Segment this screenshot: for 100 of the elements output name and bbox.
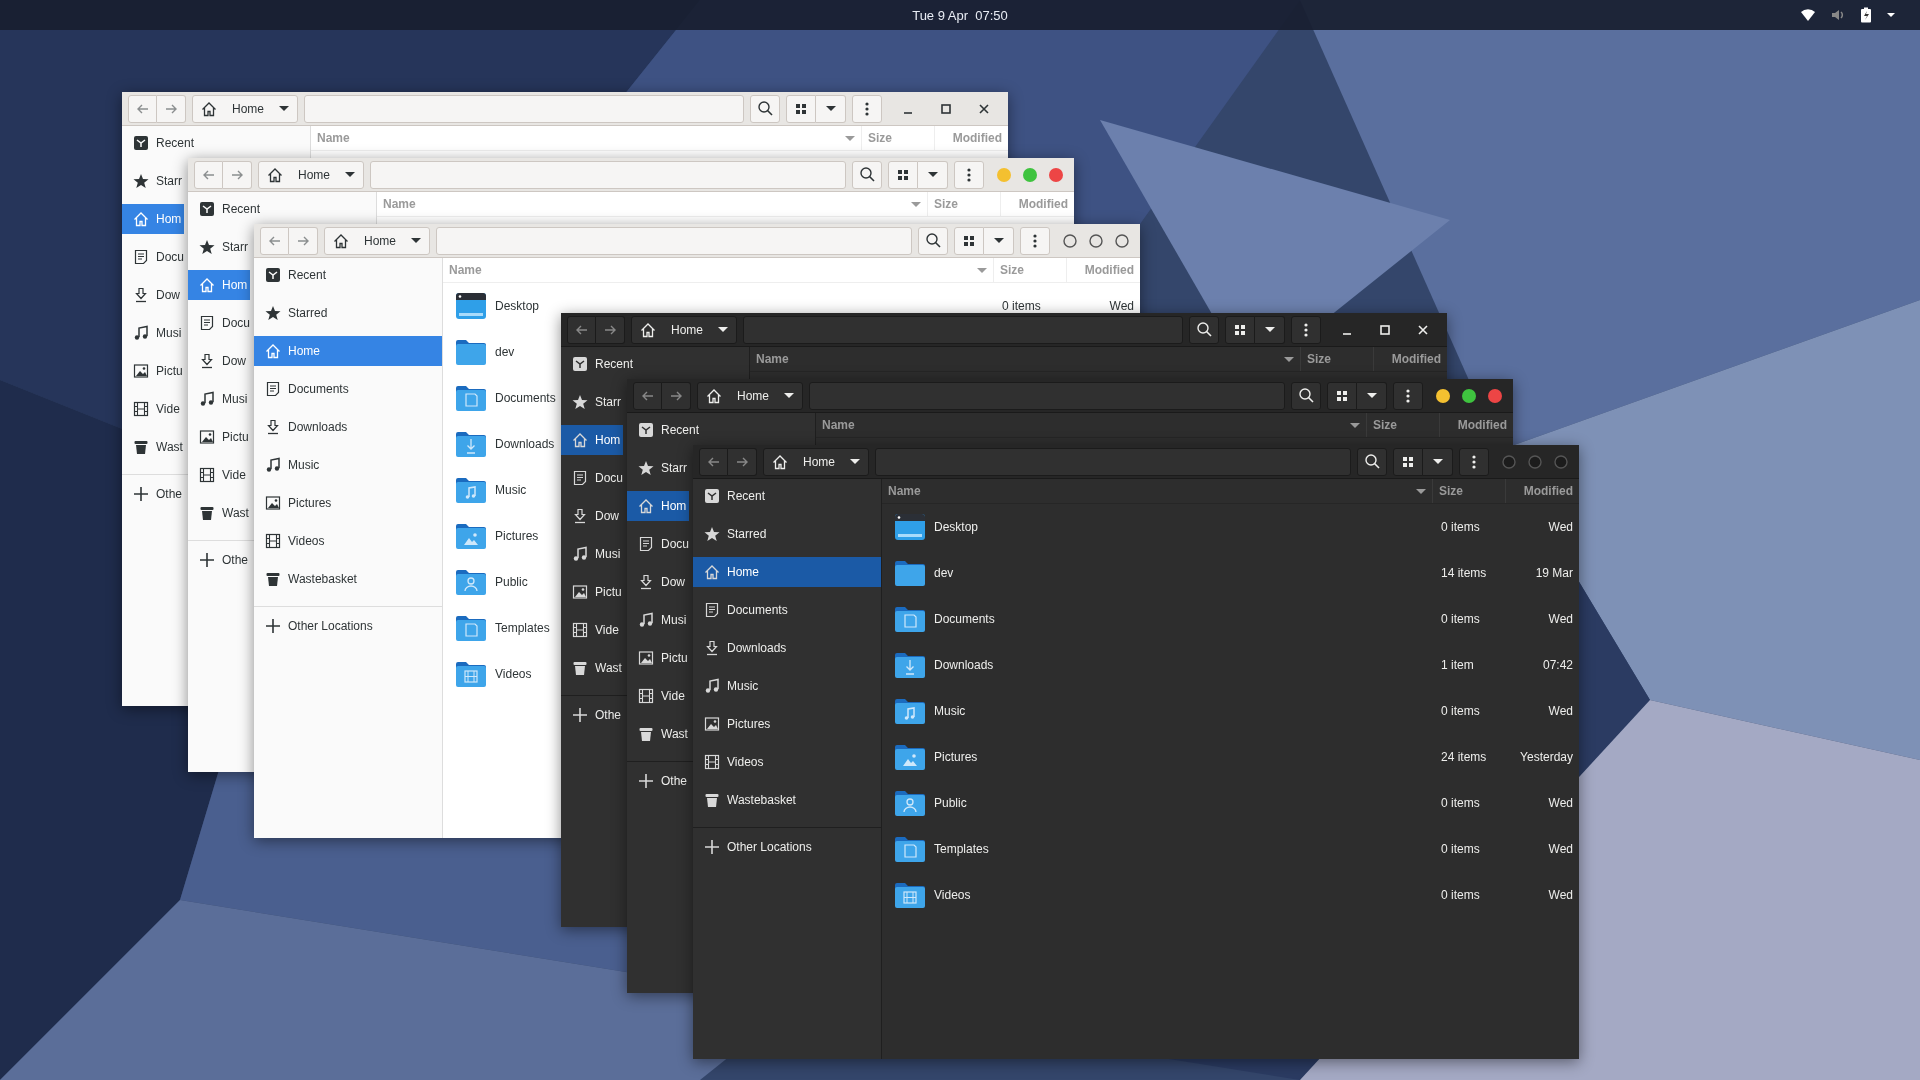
sidebar-item[interactable]: Hom <box>122 204 185 234</box>
view-button[interactable] <box>1327 381 1357 410</box>
sidebar-item[interactable]: Wast <box>188 498 252 528</box>
menu-button[interactable] <box>1459 447 1489 476</box>
file-name[interactable]: Public <box>934 796 967 810</box>
sidebar-item[interactable]: Vide <box>122 394 183 424</box>
menu-button[interactable] <box>1393 381 1423 410</box>
column-header[interactable]: Size <box>1373 418 1397 432</box>
sort-caret-icon[interactable] <box>845 135 855 141</box>
sidebar-item[interactable]: Recent <box>188 194 264 224</box>
sidebar-item[interactable]: Downloads <box>693 633 881 663</box>
file-name[interactable]: Public <box>495 575 528 589</box>
forward-button[interactable] <box>728 447 757 476</box>
back-button[interactable] <box>699 447 728 476</box>
back-button[interactable] <box>567 315 596 344</box>
file-name[interactable]: dev <box>934 566 954 580</box>
search-button[interactable] <box>1357 447 1387 476</box>
back-button[interactable] <box>633 381 662 410</box>
sidebar-item[interactable]: Musi <box>627 605 690 635</box>
location-button[interactable]: Home <box>324 226 430 255</box>
sidebar-item[interactable]: Other Locations <box>254 611 442 641</box>
file-name[interactable]: Videos <box>495 667 532 681</box>
file-name[interactable]: Downloads <box>495 437 555 451</box>
column-header[interactable]: Modified <box>1457 418 1507 432</box>
view-button[interactable] <box>1225 315 1255 344</box>
sidebar-item[interactable]: Vide <box>627 681 688 711</box>
sidebar-item[interactable]: Dow <box>122 280 183 310</box>
search-button[interactable] <box>1189 315 1219 344</box>
sidebar-item[interactable]: Pictu <box>188 422 252 452</box>
view-button[interactable] <box>1393 447 1423 476</box>
sidebar-item[interactable]: Starred <box>254 298 442 328</box>
location-button[interactable]: Home <box>631 315 737 344</box>
sort-caret-icon[interactable] <box>977 267 987 273</box>
file-name[interactable]: Documents <box>934 612 995 626</box>
sort-caret-icon[interactable] <box>911 201 921 207</box>
column-header[interactable]: Size <box>1307 352 1331 366</box>
location-button[interactable]: Home <box>192 94 298 123</box>
close-button[interactable] <box>1114 232 1130 249</box>
desktop-folder-icon[interactable] <box>894 511 926 543</box>
sidebar-item[interactable]: Downloads <box>254 412 442 442</box>
location-button[interactable]: Home <box>697 381 803 410</box>
sidebar-item[interactable]: Hom <box>627 491 690 521</box>
maximize-button[interactable] <box>1461 387 1477 404</box>
view-options-button[interactable] <box>1357 381 1387 410</box>
column-header[interactable]: Name <box>756 352 789 366</box>
sort-caret-icon[interactable] <box>1284 356 1294 362</box>
file-name[interactable]: Pictures <box>934 750 978 764</box>
view-options-button[interactable] <box>1255 315 1285 344</box>
sidebar-item[interactable]: Music <box>693 671 881 701</box>
sort-caret-icon[interactable] <box>1350 422 1360 428</box>
sidebar-item[interactable]: Recent <box>254 260 442 290</box>
sidebar-item[interactable]: Other Locations <box>693 832 881 862</box>
sidebar-item[interactable]: Dow <box>188 346 249 376</box>
sidebar-item[interactable]: Musi <box>122 318 185 348</box>
sidebar-item[interactable]: Wastebasket <box>693 785 881 815</box>
file-name[interactable]: Videos <box>934 888 971 902</box>
sort-caret-icon[interactable] <box>1416 488 1426 494</box>
file-name[interactable]: Desktop <box>934 520 979 534</box>
sidebar-item[interactable]: Wast <box>627 719 691 749</box>
sidebar-item[interactable]: Starr <box>122 166 185 196</box>
sidebar-item[interactable]: Vide <box>561 615 622 645</box>
sidebar-item[interactable]: Pictu <box>627 643 691 673</box>
sidebar-item[interactable]: Documents <box>693 595 881 625</box>
sidebar-item[interactable]: Recent <box>693 481 881 511</box>
maximize-button[interactable] <box>1088 232 1104 249</box>
search-button[interactable] <box>1291 381 1321 410</box>
sidebar-item[interactable]: Docu <box>627 529 692 559</box>
sidebar-item[interactable]: Hom <box>188 270 251 300</box>
sidebar-item[interactable]: Wast <box>561 653 625 683</box>
view-options-button[interactable] <box>1423 447 1453 476</box>
sidebar-item[interactable]: Docu <box>188 308 253 338</box>
sidebar-item[interactable]: Pictures <box>254 488 442 518</box>
sidebar-item[interactable]: Docu <box>561 463 626 493</box>
sidebar-item[interactable]: Dow <box>627 567 688 597</box>
sidebar-item[interactable]: Music <box>254 450 442 480</box>
sidebar-item[interactable]: Dow <box>561 501 622 531</box>
column-header[interactable]: Size <box>1439 484 1463 498</box>
column-header[interactable]: Modified <box>1391 352 1441 366</box>
sidebar-item[interactable]: Recent <box>561 349 637 379</box>
sidebar-item[interactable]: Wast <box>122 432 186 462</box>
sidebar-item[interactable]: Documents <box>254 374 442 404</box>
location-button[interactable]: Home <box>763 447 869 476</box>
sidebar-item[interactable]: Pictures <box>693 709 881 739</box>
file-name[interactable]: Pictures <box>495 529 539 543</box>
sidebar-item[interactable]: Starred <box>693 519 881 549</box>
menu-button[interactable] <box>1291 315 1321 344</box>
wifi-icon[interactable] <box>1800 7 1816 23</box>
file-name[interactable]: Templates <box>495 621 550 635</box>
file-name[interactable]: Desktop <box>495 299 540 313</box>
sidebar-item[interactable]: Videos <box>693 747 881 777</box>
sidebar-item[interactable]: Othe <box>627 766 690 796</box>
sidebar-item[interactable]: Pictu <box>561 577 625 607</box>
sidebar-item[interactable]: Othe <box>188 545 251 575</box>
sidebar-item[interactable]: Musi <box>188 384 251 414</box>
sidebar-item[interactable]: Starr <box>188 232 251 262</box>
volume-icon[interactable] <box>1830 7 1846 23</box>
file-name[interactable]: Documents <box>495 391 556 405</box>
forward-button[interactable] <box>596 315 625 344</box>
sidebar-item[interactable]: Recent <box>122 128 198 158</box>
sidebar-item[interactable]: Starr <box>627 453 690 483</box>
